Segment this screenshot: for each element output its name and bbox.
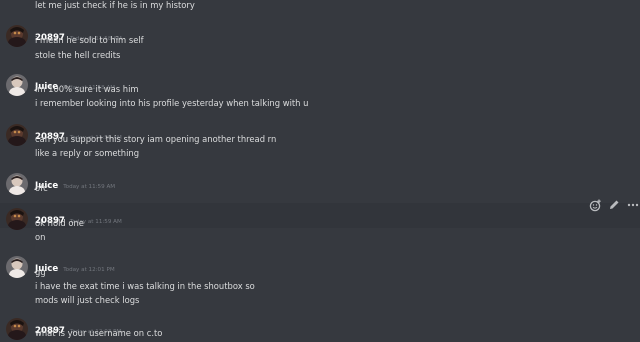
- message-header: Juice Today at 12:01 PM: [35, 256, 115, 274]
- avatar[interactable]: [6, 173, 28, 195]
- edit-icon[interactable]: [607, 198, 621, 212]
- timestamp[interactable]: Today at 11:59 AM: [63, 184, 115, 190]
- avatar[interactable]: [6, 256, 28, 278]
- message-text: ok hold one: [35, 218, 84, 228]
- add-reaction-icon[interactable]: [588, 198, 602, 212]
- message-text: like a reply or something: [35, 148, 140, 158]
- avatar[interactable]: [6, 74, 28, 96]
- message-text: on: [35, 232, 46, 242]
- message-text: i have the exat time i was talking in th…: [35, 281, 255, 291]
- more-options-icon[interactable]: [626, 198, 640, 212]
- avatar[interactable]: [6, 208, 28, 230]
- message-text: ofc: [35, 183, 48, 193]
- message-text: mods will just check logs: [35, 295, 140, 305]
- message-text: can you support this story iam opening a…: [35, 134, 277, 144]
- message-text: stole the hell credits: [35, 50, 121, 60]
- avatar[interactable]: [6, 25, 28, 47]
- message-text: let me just check if he is in my history: [35, 0, 195, 10]
- message-text: i mean he sold to him self: [35, 35, 144, 45]
- message-text: what is your username on c.to: [35, 328, 163, 338]
- message-text: i remember looking into his profile yest…: [35, 98, 309, 108]
- avatar[interactable]: [6, 124, 28, 146]
- message-text: im 100% sure it was him: [35, 84, 139, 94]
- message-actions-toolbar: [588, 197, 640, 213]
- message-text: gg: [35, 267, 46, 277]
- timestamp[interactable]: Today at 12:01 PM: [63, 267, 114, 273]
- chat-messages: let me just check if he is in my history…: [0, 0, 640, 342]
- avatar[interactable]: [6, 318, 28, 340]
